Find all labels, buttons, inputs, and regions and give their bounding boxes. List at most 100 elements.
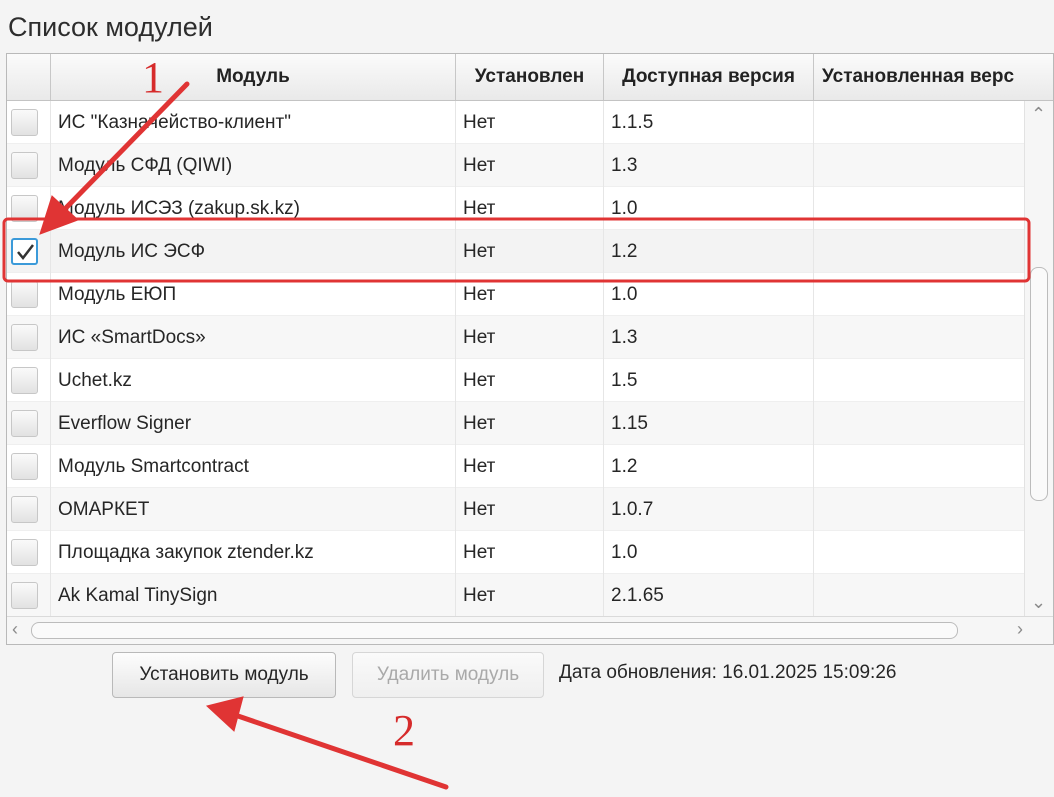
select-cell: [7, 445, 51, 488]
module-checkbox[interactable]: [11, 496, 38, 523]
installed-cell: Нет: [456, 531, 604, 574]
select-cell: [7, 574, 51, 617]
available-version-cell: 1.15: [604, 402, 814, 445]
remove-module-button[interactable]: Удалить модуль: [352, 652, 544, 698]
annotation-step-1: 1: [142, 53, 164, 102]
module-checkbox[interactable]: [11, 324, 38, 351]
installed-version-cell: [814, 316, 1025, 359]
modules-table: Модуль Установлен Доступная версия Устан…: [6, 53, 1054, 645]
installed-cell: Нет: [456, 574, 604, 617]
column-header-installed[interactable]: Установлен: [456, 54, 604, 100]
select-cell: [7, 144, 51, 187]
module-name-cell: ИС «SmartDocs»: [51, 316, 456, 359]
install-module-button[interactable]: Установить модуль: [112, 652, 336, 698]
module-name-cell: Площадка закупок ztender.kz: [51, 531, 456, 574]
vertical-scroll-thumb[interactable]: [1030, 267, 1048, 501]
module-checkbox[interactable]: [11, 238, 38, 265]
column-header-module[interactable]: Модуль: [51, 54, 456, 100]
select-cell: [7, 230, 51, 273]
available-version-cell: 1.0: [604, 273, 814, 316]
select-cell: [7, 531, 51, 574]
installed-version-cell: [814, 531, 1025, 574]
module-name-cell: Everflow Signer: [51, 402, 456, 445]
table-row[interactable]: ИС «SmartDocs» Нет 1.3: [7, 316, 1025, 359]
installed-version-cell: [814, 101, 1025, 144]
module-checkbox[interactable]: [11, 453, 38, 480]
select-cell: [7, 187, 51, 230]
available-version-cell: 1.2: [604, 445, 814, 488]
installed-version-cell: [814, 488, 1025, 531]
table-row[interactable]: Модуль ЕЮП Нет 1.0: [7, 273, 1025, 316]
table-row[interactable]: Ak Kamal TinySign Нет 2.1.65: [7, 574, 1025, 617]
module-name-cell: Ak Kamal TinySign: [51, 574, 456, 617]
table-row[interactable]: Модуль ИС ЭСФ Нет 1.2: [7, 230, 1025, 273]
table-row[interactable]: ОМАРКЕТ Нет 1.0.7: [7, 488, 1025, 531]
module-checkbox[interactable]: [11, 281, 38, 308]
installed-cell: Нет: [456, 488, 604, 531]
table-row[interactable]: Uchet.kz Нет 1.5: [7, 359, 1025, 402]
module-checkbox[interactable]: [11, 539, 38, 566]
annotation-step-2: 2: [393, 706, 415, 755]
available-version-cell: 1.2: [604, 230, 814, 273]
select-cell: [7, 402, 51, 445]
scroll-down-icon[interactable]: ⌄: [1031, 593, 1046, 611]
scroll-up-icon[interactable]: ⌃: [1031, 105, 1046, 123]
column-header-installed-version[interactable]: Установленная верс: [814, 54, 1053, 100]
installed-cell: Нет: [456, 230, 604, 273]
select-cell: [7, 316, 51, 359]
installed-version-cell: [814, 402, 1025, 445]
available-version-cell: 1.1.5: [604, 101, 814, 144]
horizontal-scrollbar[interactable]: ‹ ›: [7, 616, 1053, 644]
module-checkbox[interactable]: [11, 152, 38, 179]
table-row[interactable]: Everflow Signer Нет 1.15: [7, 402, 1025, 445]
installed-cell: Нет: [456, 144, 604, 187]
table-row[interactable]: Модуль ИСЭЗ (zakup.sk.kz) Нет 1.0: [7, 187, 1025, 230]
vertical-scrollbar[interactable]: ⌃ ⌄: [1024, 101, 1053, 617]
page-title: Список модулей: [8, 12, 213, 42]
installed-version-cell: [814, 574, 1025, 617]
column-header-available-version[interactable]: Доступная версия: [604, 54, 814, 100]
module-name-cell: Модуль ИСЭЗ (zakup.sk.kz): [51, 187, 456, 230]
installed-cell: Нет: [456, 101, 604, 144]
installed-version-cell: [814, 445, 1025, 488]
installed-version-cell: [814, 359, 1025, 402]
checkmark-icon: [16, 243, 34, 260]
select-cell: [7, 488, 51, 531]
available-version-cell: 1.0.7: [604, 488, 814, 531]
available-version-cell: 1.0: [604, 187, 814, 230]
table-row[interactable]: Площадка закупок ztender.kz Нет 1.0: [7, 531, 1025, 574]
module-checkbox[interactable]: [11, 195, 38, 222]
module-name-cell: ИС "Казначейство-клиент": [51, 101, 456, 144]
installed-cell: Нет: [456, 187, 604, 230]
module-checkbox[interactable]: [11, 410, 38, 437]
module-name-cell: ОМАРКЕТ: [51, 488, 456, 531]
available-version-cell: 1.3: [604, 316, 814, 359]
table-row[interactable]: ИС "Казначейство-клиент" Нет 1.1.5: [7, 101, 1025, 144]
available-version-cell: 1.5: [604, 359, 814, 402]
installed-cell: Нет: [456, 445, 604, 488]
module-checkbox[interactable]: [11, 109, 38, 136]
module-name-cell: Модуль ИС ЭСФ: [51, 230, 456, 273]
available-version-cell: 1.3: [604, 144, 814, 187]
installed-version-cell: [814, 230, 1025, 273]
installed-cell: Нет: [456, 359, 604, 402]
scroll-left-icon[interactable]: ‹: [12, 620, 18, 638]
module-name-cell: Модуль СФД (QIWI): [51, 144, 456, 187]
module-name-cell: Модуль Smartcontract: [51, 445, 456, 488]
table-row[interactable]: Модуль Smartcontract Нет 1.2: [7, 445, 1025, 488]
column-header-select[interactable]: [7, 54, 51, 100]
installed-version-cell: [814, 187, 1025, 230]
installed-cell: Нет: [456, 402, 604, 445]
table-row[interactable]: Модуль СФД (QIWI) Нет 1.3: [7, 144, 1025, 187]
update-date-label: Дата обновления: 16.01.2025 15:09:26: [559, 662, 897, 683]
select-cell: [7, 101, 51, 144]
module-checkbox[interactable]: [11, 582, 38, 609]
available-version-cell: 1.0: [604, 531, 814, 574]
module-checkbox[interactable]: [11, 367, 38, 394]
horizontal-scroll-thumb[interactable]: [31, 622, 958, 639]
installed-version-cell: [814, 273, 1025, 316]
installed-version-cell: [814, 144, 1025, 187]
select-cell: [7, 359, 51, 402]
available-version-cell: 2.1.65: [604, 574, 814, 617]
scroll-right-icon[interactable]: ›: [1017, 620, 1023, 638]
